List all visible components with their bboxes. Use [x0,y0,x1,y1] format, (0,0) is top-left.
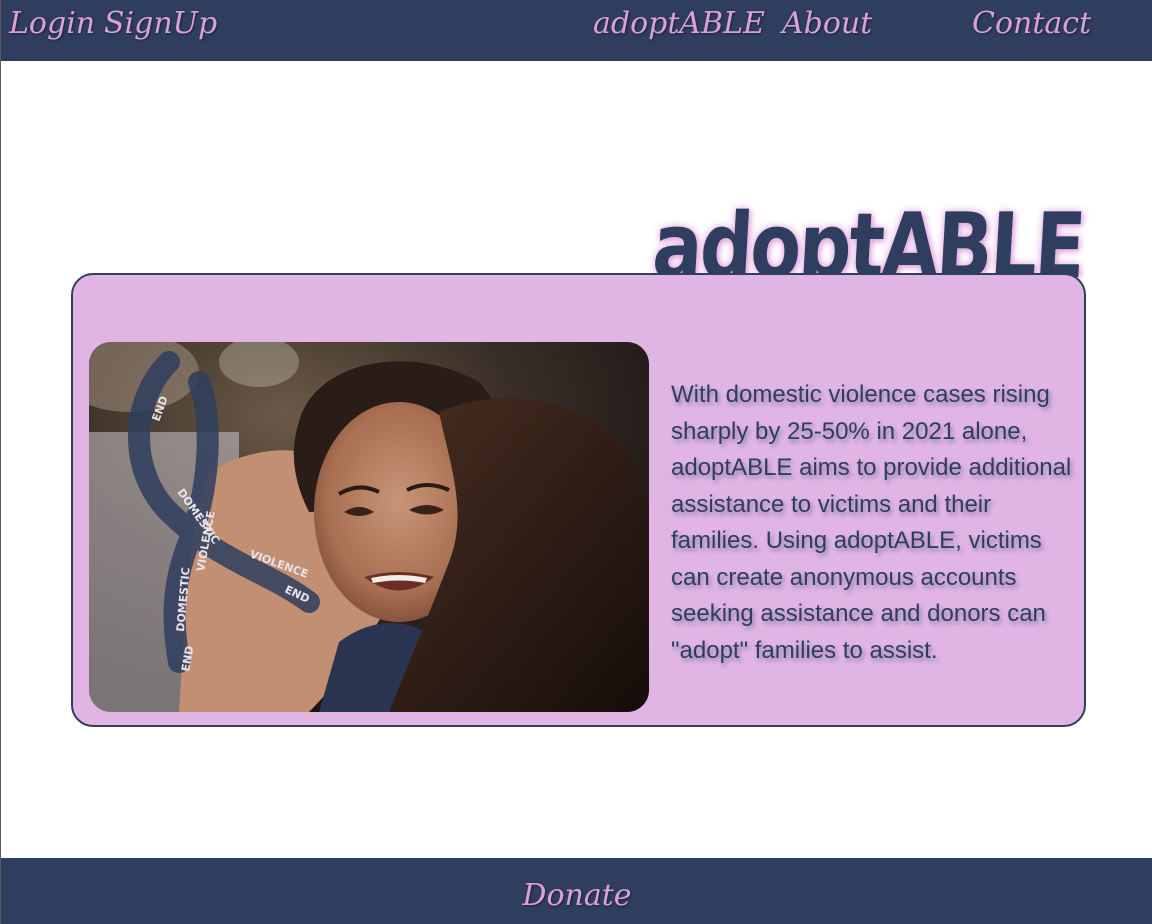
info-card: END DOMESTIC VIOLENCE DOMESTIC VIOLENCE … [71,273,1086,727]
donate-container: Donate [1,878,1152,914]
signup-link[interactable]: SignUp [104,6,217,42]
contact-link[interactable]: Contact [972,6,1091,42]
login-link[interactable]: Login [9,6,95,42]
photo-ribbon-image: END DOMESTIC VIOLENCE DOMESTIC VIOLENCE … [89,342,649,712]
mission-description: With domestic violence cases rising shar… [671,381,1072,664]
about-link[interactable]: About [782,6,872,42]
donate-link[interactable]: Donate [522,878,631,913]
home-link[interactable]: adoptABLE [593,6,765,42]
hugging-women-photo: END DOMESTIC VIOLENCE DOMESTIC VIOLENCE … [89,342,649,712]
top-nav-bar: Login SignUp adoptABLE About Contact [1,0,1152,61]
footer-bar: Donate [1,858,1152,924]
